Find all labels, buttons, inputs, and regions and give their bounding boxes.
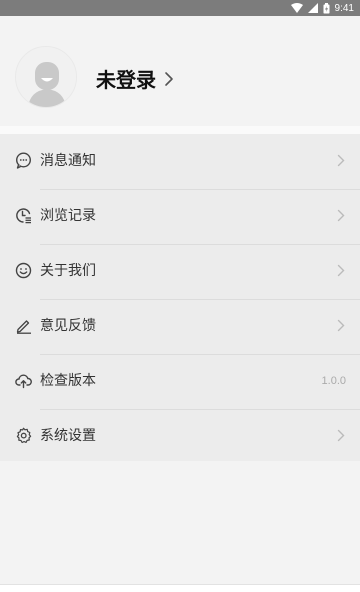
menu-item-label: 浏览记录 (40, 208, 96, 224)
menu-item-label: 意见反馈 (40, 318, 96, 334)
chevron-right-icon (337, 429, 345, 442)
chevron-right-icon (164, 71, 174, 87)
login-label: 未登录 (96, 68, 156, 92)
menu-item-check-version[interactable]: 检查版本 1.0.0 (0, 354, 360, 409)
profile-header[interactable]: 未登录 (0, 16, 360, 126)
cellular-signal-icon (307, 3, 318, 13)
settings-menu: 消息通知 浏览记录 关于我们 意见反馈 检查版本 1.0.0 系统设置 (0, 134, 360, 461)
wifi-icon (290, 3, 303, 13)
menu-item-feedback[interactable]: 意见反馈 (0, 299, 360, 354)
cloud-upload-icon (15, 372, 32, 389)
version-number: 1.0.0 (321, 375, 346, 387)
default-avatar-icon[interactable] (15, 46, 77, 108)
login-link[interactable]: 未登录 (96, 64, 174, 93)
smiley-face-icon (15, 262, 32, 279)
menu-item-label: 系统设置 (40, 428, 96, 444)
menu-item-system-settings[interactable]: 系统设置 (0, 409, 360, 464)
status-time: 9:41 (334, 2, 354, 14)
edit-pencil-icon (15, 317, 32, 334)
menu-item-label: 关于我们 (40, 263, 96, 279)
menu-item-about-us[interactable]: 关于我们 (0, 244, 360, 299)
chevron-right-icon (337, 209, 345, 222)
section-gap (0, 126, 360, 134)
history-clock-icon (15, 207, 32, 224)
chevron-right-icon (337, 319, 345, 332)
chevron-right-icon (337, 154, 345, 167)
message-bubble-icon (15, 152, 32, 169)
menu-item-label: 检查版本 (40, 373, 96, 389)
menu-item-label: 消息通知 (40, 153, 96, 169)
gear-icon (15, 427, 32, 444)
battery-icon (323, 2, 330, 14)
bottom-navigation-bar (0, 584, 360, 592)
status-bar: 9:41 (0, 0, 360, 16)
menu-item-notifications[interactable]: 消息通知 (0, 134, 360, 189)
menu-item-history[interactable]: 浏览记录 (0, 189, 360, 244)
chevron-right-icon (337, 264, 345, 277)
